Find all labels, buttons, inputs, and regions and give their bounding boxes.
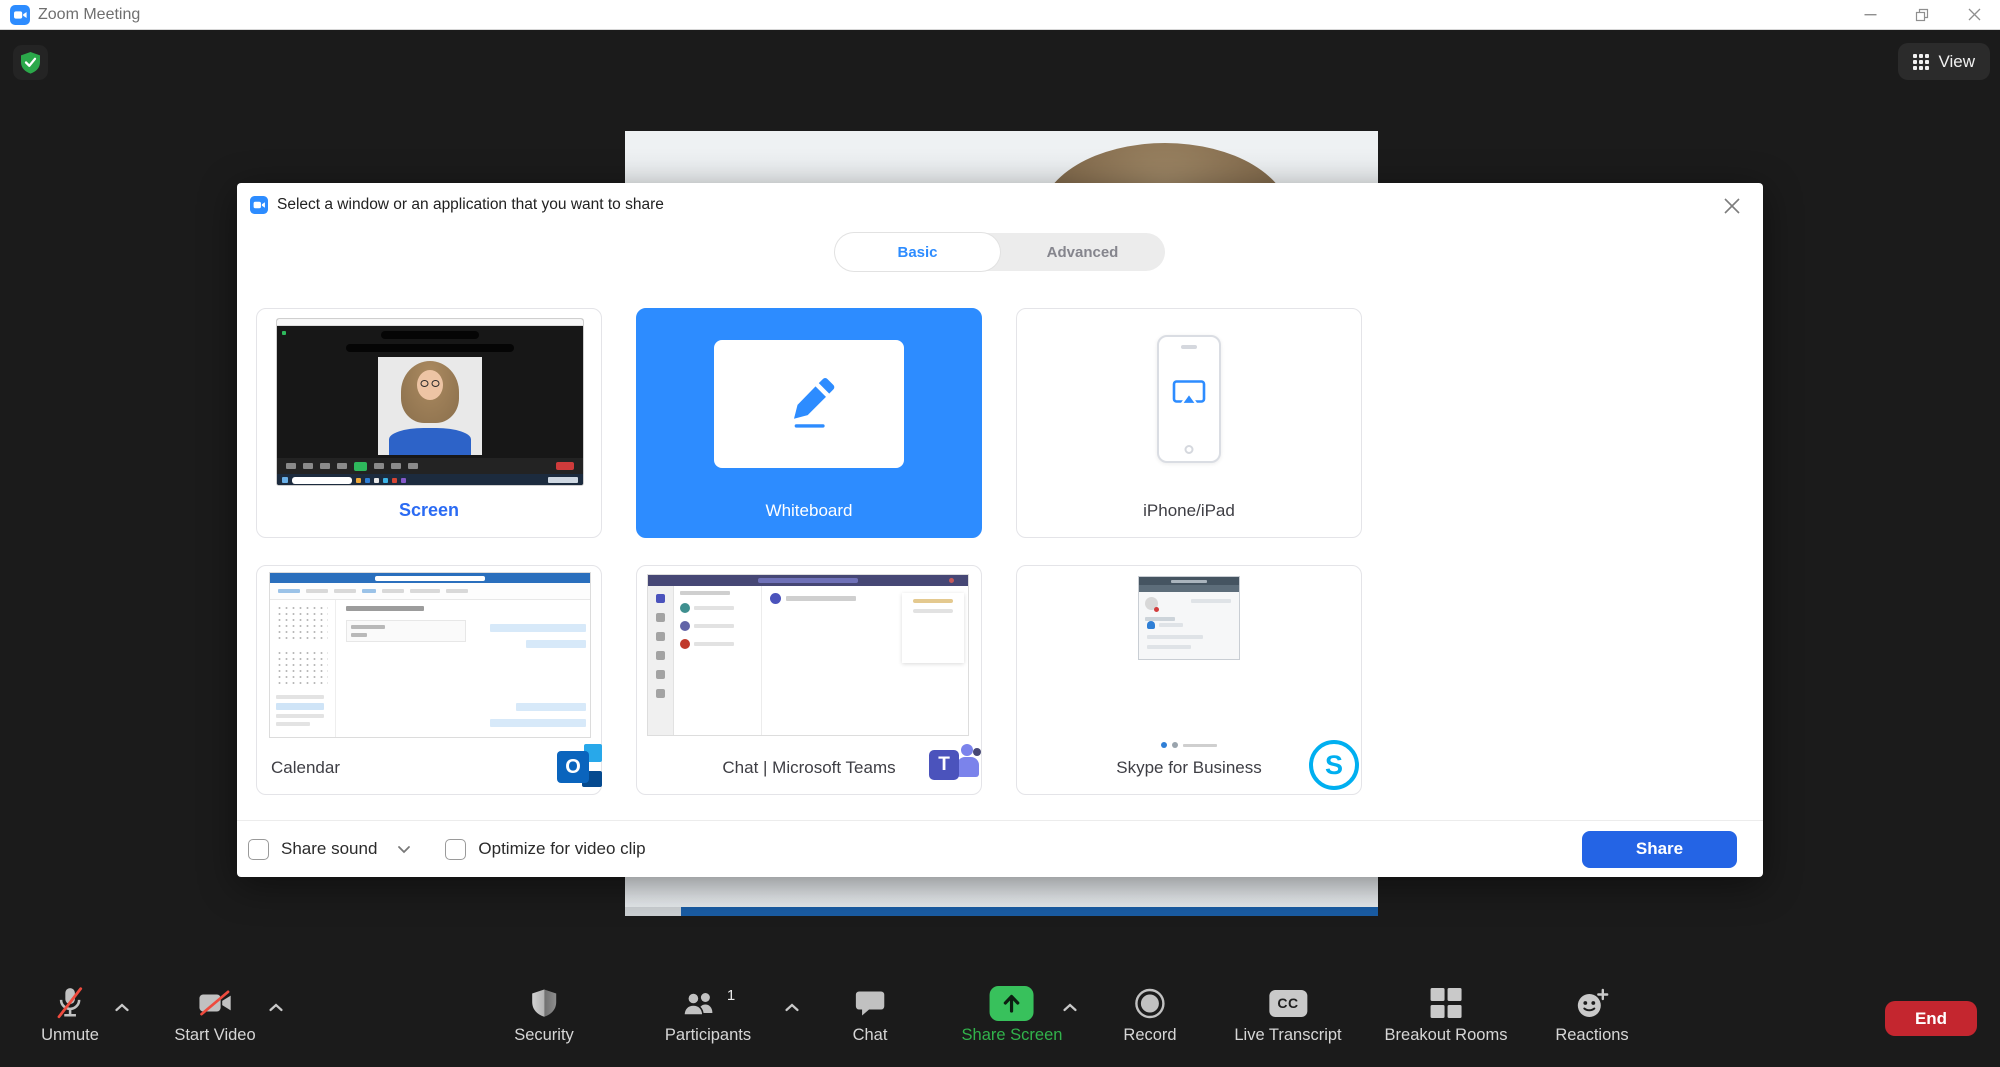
- share-options-grid: Screen Whiteboard: [256, 308, 1362, 795]
- breakout-rooms-label: Breakout Rooms: [1385, 1026, 1508, 1045]
- participant-shirt: [681, 907, 1378, 916]
- share-dialog-header: Select a window or an application that y…: [237, 183, 1763, 227]
- security-label: Security: [514, 1026, 574, 1045]
- share-option-label: Screen: [257, 500, 601, 521]
- share-option-label: Chat | Microsoft Teams: [637, 758, 981, 778]
- share-option-label: iPhone/iPad: [1017, 501, 1361, 521]
- unmute-label: Unmute: [41, 1026, 99, 1045]
- view-button-label: View: [1938, 52, 1975, 72]
- window-titlebar: Zoom Meeting: [0, 0, 2000, 30]
- restore-button[interactable]: [1896, 0, 1948, 29]
- thumbnail-participant: [378, 357, 482, 455]
- tab-basic[interactable]: Basic: [835, 233, 1000, 271]
- share-screen-options-chevron-icon[interactable]: [1062, 999, 1078, 1017]
- participants-label: Participants: [665, 1026, 751, 1045]
- dialog-close-button[interactable]: [1721, 195, 1743, 217]
- video-muted-icon: [197, 983, 233, 1023]
- share-option-label: Whiteboard: [637, 501, 981, 521]
- chat-bubble-icon: [854, 983, 885, 1023]
- participants-icon: [681, 989, 719, 1017]
- share-sound-label: Share sound: [281, 839, 377, 859]
- share-option-label: Calendar: [257, 758, 601, 778]
- meeting-controls-toolbar: Unmute Start Video: [0, 975, 2000, 1067]
- minimize-button[interactable]: [1844, 0, 1896, 29]
- security-button[interactable]: Security: [514, 983, 574, 1045]
- share-screen-button[interactable]: Share Screen: [962, 983, 1063, 1045]
- share-dialog: Select a window or an application that y…: [237, 183, 1763, 877]
- participants-options-chevron-icon[interactable]: [784, 999, 800, 1017]
- live-transcript-button[interactable]: CC Live Transcript: [1234, 983, 1341, 1045]
- share-dialog-footer: Share sound Optimize for video clip Shar…: [237, 820, 1763, 877]
- start-video-button[interactable]: Start Video: [174, 983, 255, 1045]
- record-icon: [1133, 983, 1166, 1023]
- view-grid-icon: [1913, 54, 1929, 70]
- phone-outline-icon: [1157, 335, 1221, 463]
- airplay-icon: [1171, 379, 1207, 409]
- breakout-grid-icon: [1431, 983, 1462, 1023]
- participants-count-badge: 1: [727, 987, 735, 1004]
- video-feed-corner: [625, 907, 681, 916]
- audio-options-chevron-icon[interactable]: [114, 999, 130, 1017]
- participants-button[interactable]: 1 Participants: [665, 983, 751, 1045]
- share-option-whiteboard[interactable]: Whiteboard: [636, 308, 982, 538]
- screen-thumbnail: [276, 318, 584, 486]
- teams-window-thumbnail: [647, 574, 969, 736]
- share-dialog-title: Select a window or an application that y…: [277, 196, 664, 214]
- dialog-close-icon: [1723, 197, 1741, 215]
- window-title: Zoom Meeting: [38, 6, 140, 24]
- share-option-skype[interactable]: S Skype for Business: [1016, 565, 1362, 795]
- encryption-shield-icon: [20, 51, 41, 74]
- share-option-teams[interactable]: T Chat | Microsoft Teams: [636, 565, 982, 795]
- record-button[interactable]: Record: [1123, 983, 1176, 1045]
- end-meeting-button[interactable]: End: [1885, 1001, 1977, 1036]
- restore-icon: [1915, 8, 1929, 22]
- zoom-dialog-icon: [250, 196, 268, 214]
- share-sound-checkbox[interactable]: [248, 839, 269, 860]
- whiteboard-canvas: [714, 340, 904, 468]
- share-screen-icon: [990, 986, 1034, 1021]
- cc-icon: CC: [1269, 990, 1307, 1017]
- share-option-label: Skype for Business: [1017, 758, 1361, 778]
- share-option-screen[interactable]: Screen: [256, 308, 602, 538]
- share-option-iphone-ipad[interactable]: iPhone/iPad: [1016, 308, 1362, 538]
- shield-icon: [530, 983, 558, 1023]
- share-sound-options-chevron-icon[interactable]: [397, 845, 411, 854]
- pen-icon: [777, 374, 841, 434]
- skype-window-thumbnail: [1138, 576, 1240, 660]
- share-button[interactable]: Share: [1582, 831, 1737, 868]
- start-video-label: Start Video: [174, 1026, 255, 1045]
- optimize-video-checkbox[interactable]: [445, 839, 466, 860]
- unmute-button[interactable]: Unmute: [41, 983, 99, 1045]
- tab-advanced[interactable]: Advanced: [1000, 233, 1165, 271]
- close-window-button[interactable]: [1948, 0, 2000, 29]
- optimize-video-label: Optimize for video clip: [478, 839, 645, 859]
- live-transcript-label: Live Transcript: [1234, 1026, 1341, 1045]
- video-options-chevron-icon[interactable]: [268, 999, 284, 1017]
- share-option-calendar[interactable]: O Calendar: [256, 565, 602, 795]
- meeting-info-shield-button[interactable]: [13, 45, 48, 80]
- record-label: Record: [1123, 1026, 1176, 1045]
- reactions-button[interactable]: Reactions: [1555, 983, 1628, 1045]
- close-icon: [1968, 8, 1981, 21]
- chat-label: Chat: [853, 1026, 888, 1045]
- view-button[interactable]: View: [1898, 43, 1990, 80]
- breakout-rooms-button[interactable]: Breakout Rooms: [1385, 983, 1508, 1045]
- mic-muted-icon: [56, 983, 84, 1023]
- meeting-stage: View Select a window or an application t…: [0, 30, 2000, 1067]
- skype-call-controls: [1161, 742, 1217, 748]
- chat-button[interactable]: Chat: [853, 983, 888, 1045]
- minimize-icon: [1864, 8, 1877, 21]
- reactions-label: Reactions: [1555, 1026, 1628, 1045]
- share-mode-tabs: Basic Advanced: [835, 233, 1165, 271]
- smiley-plus-icon: [1576, 983, 1609, 1023]
- outlook-calendar-thumbnail: [269, 572, 591, 738]
- zoom-app-icon: [10, 5, 30, 25]
- share-screen-label: Share Screen: [962, 1026, 1063, 1045]
